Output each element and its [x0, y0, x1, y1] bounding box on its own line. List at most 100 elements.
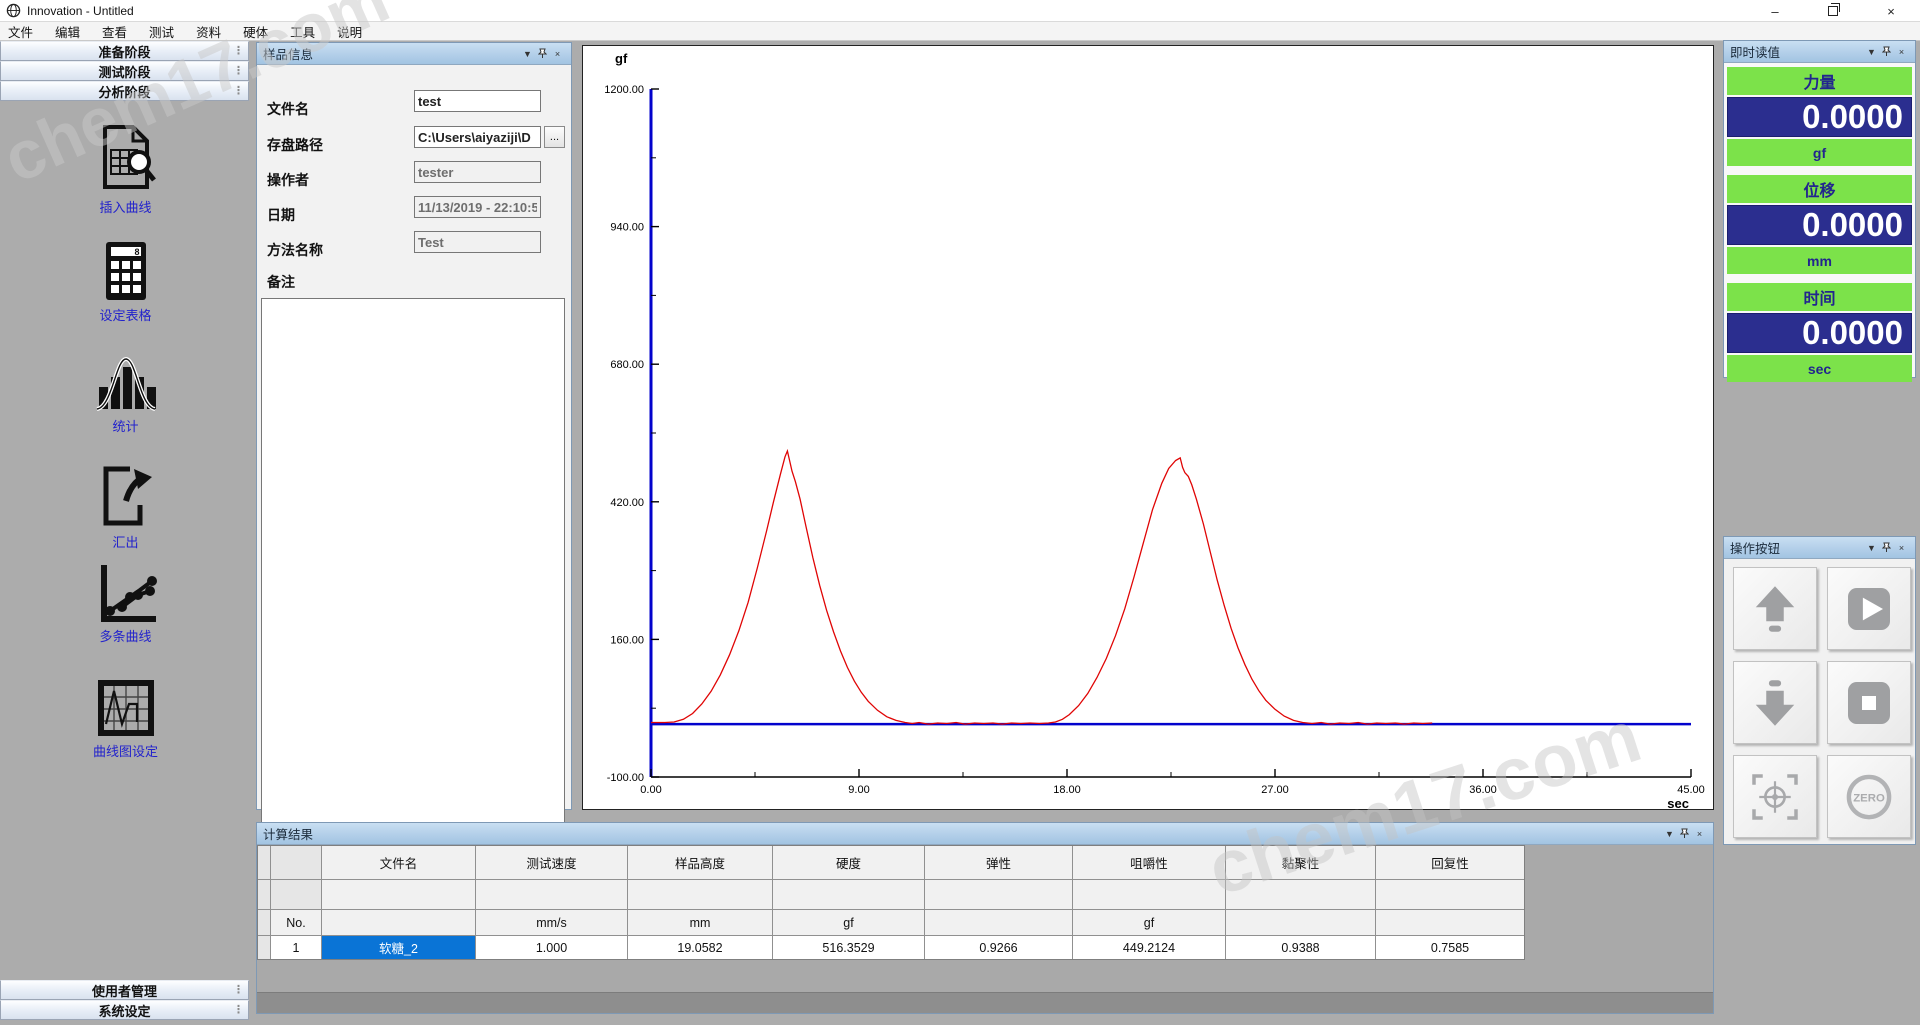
date-input[interactable]	[414, 196, 541, 218]
close-icon[interactable]: ×	[1692, 827, 1707, 841]
restore-icon	[1828, 6, 1838, 16]
row-selector[interactable]	[258, 936, 270, 959]
sample-info-content: 文件名 存盘路径 ... 操作者 日期 方法名称 备注	[257, 65, 571, 809]
filename-input[interactable]	[414, 90, 541, 112]
insert-curve-icon	[95, 124, 157, 194]
date-label: 日期	[267, 205, 295, 225]
close-icon[interactable]: ×	[550, 47, 565, 61]
col-header-test-speed[interactable]: 测试速度	[476, 846, 627, 879]
force-unit: gf	[1727, 139, 1912, 166]
svg-text:160.00: 160.00	[610, 634, 644, 646]
panel-title-text: 操作按钮	[1730, 538, 1780, 557]
stop-icon	[1841, 675, 1897, 731]
sidebar-section-test[interactable]: 测试阶段 ⋮	[0, 61, 249, 81]
restore-button[interactable]	[1804, 0, 1862, 22]
cell-sample-height[interactable]: 19.0582	[628, 936, 772, 959]
zero-button[interactable]: ZERO	[1827, 755, 1911, 838]
col-header-cohesiveness[interactable]: 黏聚性	[1226, 846, 1375, 879]
menu-data[interactable]: 资料	[196, 22, 221, 41]
menu-tools[interactable]: 工具	[290, 22, 315, 41]
cell-chewiness[interactable]: 449.2124	[1073, 936, 1225, 959]
tool-multi-curve[interactable]: 多条曲线	[0, 561, 251, 645]
actions-title-bar: 操作按钮 ▼ ×	[1724, 537, 1915, 559]
browse-button[interactable]: ...	[544, 126, 565, 148]
cell-filename[interactable]: 软糖_2	[322, 936, 475, 959]
tool-label: 汇出	[112, 532, 138, 551]
panel-title-text: 即时读值	[1730, 42, 1780, 61]
unit-filename	[322, 910, 475, 935]
grip-icon: ⋮	[233, 44, 244, 59]
col-header-springiness[interactable]: 弹性	[925, 846, 1072, 879]
cell-cohesiveness[interactable]: 0.9388	[1226, 936, 1375, 959]
unit-springiness	[925, 910, 1072, 935]
sidebar: 准备阶段 ⋮ 测试阶段 ⋮ 分析阶段 ⋮ 插入曲线	[0, 41, 251, 1025]
grip-icon: ⋮	[233, 64, 244, 79]
sidebar-section-system-settings[interactable]: 系统设定 ⋮	[0, 1000, 249, 1020]
section-label: 系统设定	[98, 1001, 150, 1020]
unit-hardness: gf	[773, 910, 924, 935]
tool-export[interactable]: 汇出	[0, 463, 251, 551]
cell-resilience[interactable]: 0.7585	[1376, 936, 1524, 959]
chevron-down-icon[interactable]: ▼	[520, 47, 535, 61]
jog-up-button[interactable]	[1733, 567, 1817, 650]
title-bar: Innovation - Untitled – ×	[0, 0, 1920, 22]
menu-help[interactable]: 说明	[337, 22, 362, 41]
pin-icon[interactable]	[1677, 827, 1692, 841]
col-header-filename[interactable]: 文件名	[322, 846, 475, 879]
close-icon[interactable]: ×	[1894, 45, 1909, 59]
menu-view[interactable]: 查看	[102, 22, 127, 41]
method-name-input[interactable]	[414, 231, 541, 253]
menu-test[interactable]: 测试	[149, 22, 174, 41]
multi-curve-icon	[94, 561, 158, 623]
path-label: 存盘路径	[267, 135, 323, 155]
chevron-down-icon[interactable]: ▼	[1662, 827, 1677, 841]
close-icon[interactable]: ×	[1894, 541, 1909, 555]
stop-button[interactable]	[1827, 661, 1911, 744]
svg-text:9.00: 9.00	[848, 784, 869, 796]
sample-info-panel: 样品信息 ▼ × 文件名 存盘路径 ... 操作者 日期 方法名称 备注	[256, 42, 572, 810]
force-label: 力量	[1727, 67, 1912, 95]
minimize-button[interactable]: –	[1746, 0, 1804, 22]
tool-curve-settings[interactable]: 曲线图设定	[0, 678, 251, 760]
pin-icon[interactable]	[535, 47, 550, 61]
tool-set-table[interactable]: 8 设定表格	[0, 240, 251, 324]
pin-icon[interactable]	[1879, 45, 1894, 59]
statistics-icon	[94, 353, 158, 413]
col-header-sample-height[interactable]: 样品高度	[628, 846, 772, 879]
force-time-chart: 1200.00940.00680.00420.00160.00-100.000.…	[583, 46, 1713, 809]
readouts-title-bar: 即时读值 ▼ ×	[1724, 41, 1915, 63]
path-input[interactable]	[414, 126, 541, 148]
remark-textarea[interactable]	[261, 298, 565, 825]
cell-hardness[interactable]: 516.3529	[773, 936, 924, 959]
sidebar-section-user-management[interactable]: 使用者管理 ⋮	[0, 980, 249, 1000]
cell-test-speed[interactable]: 1.000	[476, 936, 627, 959]
sidebar-section-analysis[interactable]: 分析阶段 ⋮	[0, 81, 249, 101]
sidebar-section-prepare[interactable]: 准备阶段 ⋮	[0, 41, 249, 61]
tool-label: 插入曲线	[99, 197, 151, 216]
svg-text:27.00: 27.00	[1261, 784, 1289, 796]
grip-icon: ⋮	[233, 1003, 244, 1018]
start-button[interactable]	[1827, 567, 1911, 650]
panel-title-text: 样品信息	[263, 44, 313, 63]
tool-statistics[interactable]: 统计	[0, 353, 251, 435]
menu-hardware[interactable]: 硬体	[243, 22, 268, 41]
menu-edit[interactable]: 编辑	[55, 22, 80, 41]
col-header-hardness[interactable]: 硬度	[773, 846, 924, 879]
tool-insert-curve[interactable]: 插入曲线	[0, 124, 251, 216]
chevron-down-icon[interactable]: ▼	[1864, 45, 1879, 59]
jog-down-button[interactable]	[1733, 661, 1817, 744]
cell-springiness[interactable]: 0.9266	[925, 936, 1072, 959]
row-number[interactable]: 1	[271, 936, 321, 959]
time-readout: 时间 0.0000 sec	[1727, 283, 1912, 382]
unit-test-speed: mm/s	[476, 910, 627, 935]
operator-input[interactable]	[414, 161, 541, 183]
close-button[interactable]: ×	[1862, 0, 1920, 22]
menu-file[interactable]: 文件	[8, 22, 33, 41]
col-header-resilience[interactable]: 回复性	[1376, 846, 1524, 879]
force-readout: 力量 0.0000 gf	[1727, 67, 1912, 166]
col-header-chewiness[interactable]: 咀嚼性	[1073, 846, 1225, 879]
chevron-down-icon[interactable]: ▼	[1864, 541, 1879, 555]
pin-icon[interactable]	[1879, 541, 1894, 555]
arrow-down-icon	[1747, 675, 1803, 731]
target-position-button[interactable]	[1733, 755, 1817, 838]
